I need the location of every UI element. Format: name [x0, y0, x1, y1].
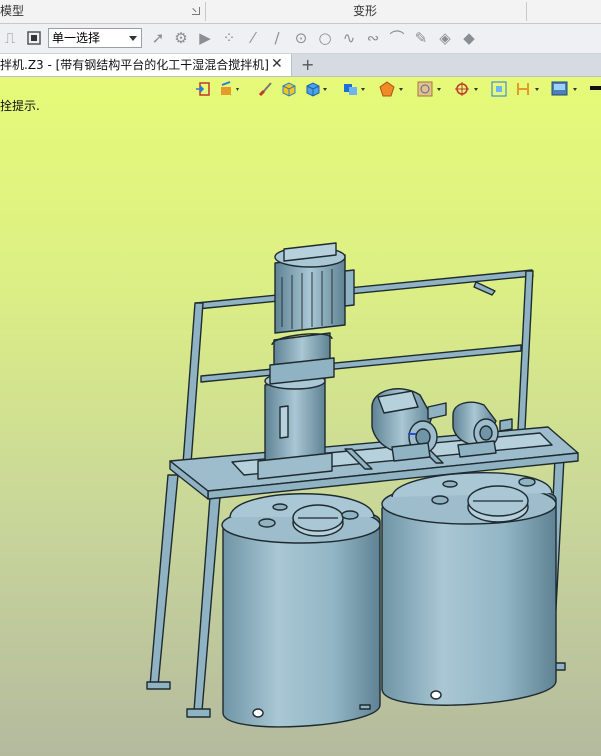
- points-icon[interactable]: ⁘: [220, 29, 238, 47]
- chevron-down-icon: [129, 36, 137, 41]
- close-icon[interactable]: ✕: [271, 56, 283, 72]
- group-launcher-icon[interactable]: [192, 7, 200, 15]
- tab-document[interactable]: 拌机.Z3 - [带有钢结构平台的化工干湿混合搅拌机] ✕: [0, 54, 292, 76]
- selection-mode-select[interactable]: 单一选择: [48, 28, 142, 48]
- ribbon-group-deform-label: 变形: [353, 4, 378, 18]
- selection-mode-value: 单一选择: [52, 31, 101, 45]
- shape-icon[interactable]: ◆: [460, 29, 478, 47]
- 3d-viewport[interactable]: 拴提示.: [0, 77, 601, 756]
- document-tabs: 拌机.Z3 - [带有钢结构平台的化工干湿混合搅拌机] ✕ +: [0, 54, 601, 77]
- ribbon-group-model-label: 模型: [0, 4, 25, 18]
- tab-title: 拌机.Z3 - [带有钢结构平台的化工干湿混合搅拌机]: [0, 58, 269, 72]
- play-icon[interactable]: ▶: [196, 29, 214, 47]
- center-point-icon[interactable]: ⊙: [292, 29, 310, 47]
- undo-bracket-icon[interactable]: ⎍: [1, 29, 19, 47]
- mixer-3d-model[interactable]: [0, 77, 601, 756]
- new-tab-button[interactable]: +: [301, 55, 314, 75]
- edge-icon[interactable]: ∕: [268, 29, 286, 47]
- circle-icon[interactable]: ○: [316, 29, 334, 47]
- line-icon[interactable]: ⁄: [244, 29, 262, 47]
- pick-arrow-icon[interactable]: ➚: [149, 29, 167, 47]
- wave-icon[interactable]: ∾: [364, 29, 382, 47]
- pen-icon[interactable]: ✎: [412, 29, 430, 47]
- arc-icon[interactable]: ⌒: [388, 29, 406, 47]
- stop-icon[interactable]: [25, 29, 43, 47]
- curve-icon[interactable]: ∿: [340, 29, 358, 47]
- ribbon-group-labels: 模型 变形: [0, 0, 601, 24]
- face-icon[interactable]: ◈: [436, 29, 454, 47]
- selection-toolbar: ⎍ 单一选择 ➚ ⚙ ▶ ⁘ ⁄ ∕ ⊙ ○ ∿ ∾ ⌒ ✎ ◈ ◆: [0, 24, 601, 54]
- ribbon-divider: [526, 2, 527, 21]
- pick-filter-icon[interactable]: ⚙: [172, 29, 190, 47]
- ribbon-divider: [205, 2, 206, 21]
